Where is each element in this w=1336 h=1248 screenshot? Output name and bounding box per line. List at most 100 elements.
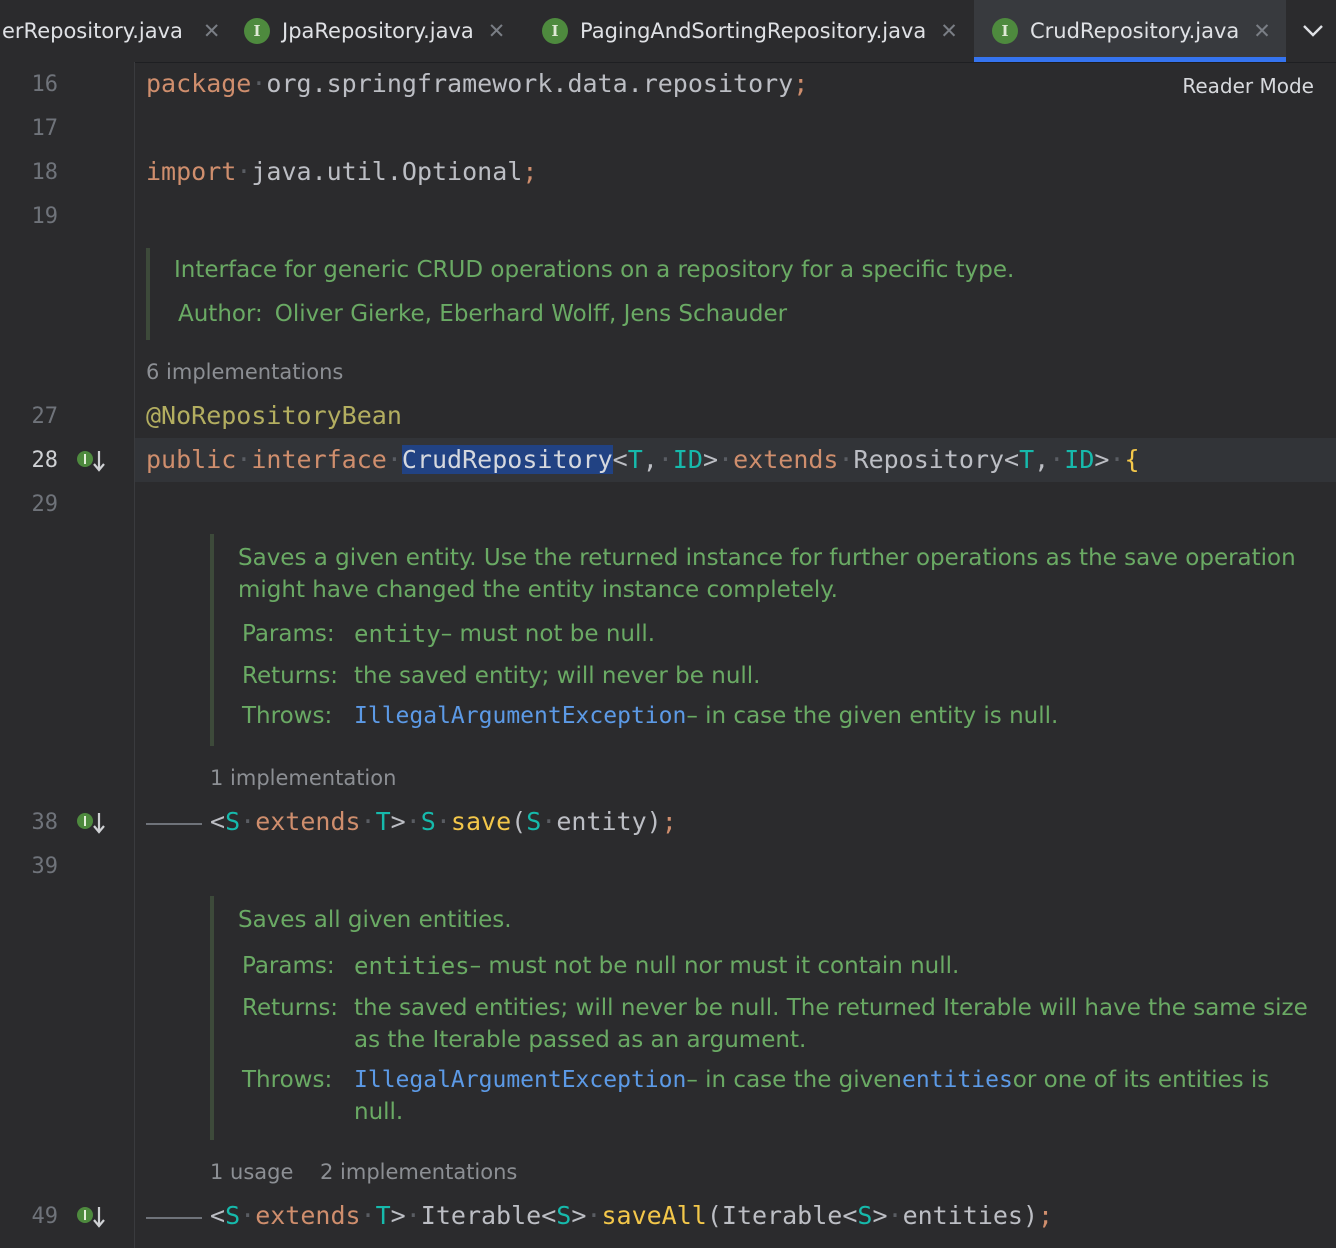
angle-bracket: < [1004, 445, 1020, 474]
doc-author-value: Oliver Gierke, Eberhard Wolff, Jens Scha… [274, 301, 788, 327]
implemented-method-icon[interactable] [76, 810, 106, 836]
comma: , [642, 445, 658, 474]
tab-er-repository[interactable]: erRepository.java ✕ [0, 0, 226, 62]
angle-bracket: > [571, 1201, 587, 1230]
keyword: extends [733, 445, 839, 474]
line-number: 18 [31, 160, 59, 185]
param-name: entity [556, 807, 647, 836]
doc-text: Saves a given entity. Use the returned i… [238, 545, 1296, 571]
type-param: ID [1064, 445, 1095, 474]
semicolon: ; [793, 69, 809, 98]
type-param: S [526, 807, 542, 836]
doc-throws-desc: – in case the given [686, 1067, 903, 1093]
keyword: extends [255, 1201, 361, 1230]
implementations-hint[interactable]: 6 implementations [146, 360, 343, 384]
semicolon: ; [522, 157, 538, 186]
doc-param-desc: – must not be null nor must it contain n… [469, 953, 960, 979]
usages-hint[interactable]: 1 usage [210, 1160, 293, 1184]
type-param: S [225, 807, 241, 836]
tab-label: PagingAndSortingRepository.java [580, 19, 927, 43]
doc-author-label: Author: [178, 301, 263, 327]
type-name: Iterable [721, 1201, 843, 1230]
close-icon[interactable]: ✕ [203, 19, 221, 43]
doc-returns-label: Returns: [242, 995, 339, 1021]
line-number: 27 [31, 404, 59, 429]
tab-jpa-repository[interactable]: I JpaRepository.java ✕ [226, 0, 524, 62]
exception-link[interactable]: IllegalArgumentException [354, 1064, 686, 1096]
code-line-saveall[interactable]: <S·extends·T>·Iterable<S>·saveAll(Iterab… [210, 1200, 1053, 1232]
keyword: interface [251, 445, 387, 474]
line-number: 39 [31, 854, 59, 879]
doc-text: Interface for generic CRUD operations on… [174, 257, 1015, 283]
close-icon[interactable]: ✕ [1253, 19, 1271, 43]
line-number: 49 [31, 1204, 59, 1229]
paren: ) [646, 807, 662, 836]
doc-throws-desc: null. [354, 1099, 404, 1125]
angle-bracket: < [842, 1201, 858, 1230]
angle-bracket: > [1094, 445, 1110, 474]
line-number: 16 [31, 72, 59, 97]
close-icon[interactable]: ✕ [940, 19, 958, 43]
package-name: org.springframework.data.repository [266, 69, 794, 98]
code-line-import[interactable]: import·java.util.Optional; [146, 156, 537, 188]
keyword: extends [255, 807, 361, 836]
annotation: @NoRepositoryBean [146, 401, 402, 430]
param-link[interactable]: entities [902, 1064, 1013, 1096]
implementations-hint[interactable]: 1 implementation [210, 766, 396, 790]
method-name: save [450, 807, 512, 836]
tab-label: CrudRepository.java [1030, 19, 1240, 43]
selected-class-name: CrudRepository [401, 445, 613, 474]
doc-param-name: entity [354, 620, 441, 648]
code-line-package[interactable]: package·org.springframework.data.reposit… [146, 68, 808, 100]
chevron-down-icon[interactable] [1290, 0, 1336, 62]
implementations-hint[interactable]: 2 implementations [320, 1160, 517, 1184]
type-param: T [627, 445, 643, 474]
angle-bracket: > [390, 807, 406, 836]
line-number: 38 [31, 810, 59, 835]
doc-text: might have changed the entity instance c… [238, 577, 838, 603]
tab-paging-and-sorting-repository[interactable]: I PagingAndSortingRepository.java ✕ [524, 0, 974, 62]
editor-tab-bar: erRepository.java ✕ I JpaRepository.java… [0, 0, 1336, 63]
angle-bracket: > [702, 445, 719, 474]
paren: ) [1022, 1201, 1039, 1230]
implemented-interface-icon[interactable] [76, 448, 106, 474]
doc-params-label: Params: [242, 621, 335, 647]
save-javadoc: Saves a given entity. Use the returned i… [210, 534, 1336, 746]
type-param: T [1019, 445, 1035, 474]
tab-crud-repository[interactable]: I CrudRepository.java ✕ [974, 0, 1286, 62]
type-param: ID [672, 445, 703, 474]
type-param: S [556, 1201, 572, 1230]
code-line-interface-declaration[interactable]: public·interface·CrudRepository<T,·ID>·e… [146, 444, 1140, 476]
angle-bracket: < [210, 1201, 226, 1230]
type-name: Iterable [420, 1201, 542, 1230]
keyword: package [146, 69, 252, 98]
saveall-javadoc: Saves all given entities. Params: entitie… [210, 896, 1336, 1140]
reader-mode-toggle[interactable]: Reader Mode [1182, 74, 1314, 98]
doc-returns-value: the saved entity; will never be null. [354, 663, 761, 689]
paren: ( [511, 807, 527, 836]
code-line-annotation[interactable]: @NoRepositoryBean [146, 400, 402, 432]
angle-bracket: > [390, 1201, 406, 1230]
tab-label: JpaRepository.java [282, 19, 474, 43]
doc-throws-label: Throws: [242, 1067, 333, 1093]
implemented-method-icon[interactable] [76, 1204, 106, 1230]
interface-icon: I [244, 18, 270, 44]
semicolon: ; [1038, 1201, 1054, 1230]
line-number: 19 [31, 204, 59, 229]
type-param: S [420, 807, 436, 836]
line-number: 28 [31, 448, 59, 473]
doc-returns-value: as the Iterable passed as an argument. [354, 1027, 807, 1053]
doc-text: Saves all given entities. [238, 907, 512, 933]
angle-bracket: < [612, 445, 628, 474]
line-number-gutter[interactable] [0, 62, 135, 1248]
angle-bracket: > [872, 1201, 888, 1230]
exception-link[interactable]: IllegalArgumentException [354, 700, 686, 732]
doc-throws-desc: or one of its entities is [1012, 1067, 1270, 1093]
doc-param-name: entities [354, 952, 470, 980]
line-number: 29 [31, 492, 59, 517]
close-icon[interactable]: ✕ [488, 19, 506, 43]
code-line-save[interactable]: <S·extends·T>·S·save(S·entity); [210, 806, 677, 838]
keyword: import [146, 157, 237, 186]
class-javadoc: Interface for generic CRUD operations on… [146, 248, 1014, 340]
interface-icon: I [992, 18, 1018, 44]
